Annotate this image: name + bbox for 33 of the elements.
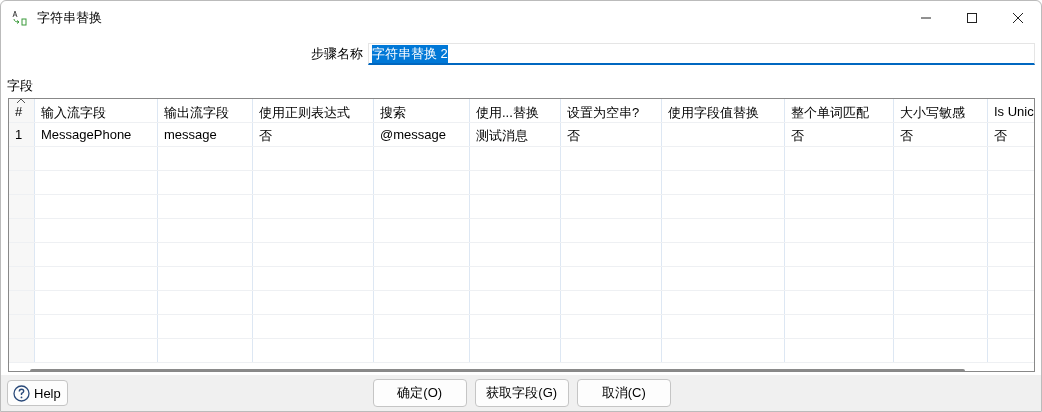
dialog-button[interactable]: 获取字段(G) — [474, 379, 569, 407]
window-title: 字符串替换 — [37, 9, 103, 27]
dialog-button[interactable]: 取消(C) — [576, 379, 671, 407]
close-icon — [1012, 12, 1024, 24]
help-button[interactable]: Help — [7, 380, 68, 406]
table-cell: MessagePhone — [35, 123, 158, 146]
column-header[interactable]: 大小写敏感 — [894, 99, 988, 122]
column-header[interactable]: # — [9, 99, 35, 122]
table-cell-text: 否 — [993, 127, 1008, 145]
column-header[interactable]: Is Unic — [988, 99, 1034, 122]
step-name-field[interactable]: 字符串替换 2 — [368, 43, 1035, 65]
table-cell: 否 — [561, 123, 662, 146]
table-cell: 测试消息 — [470, 123, 561, 146]
table-cell: 否 — [894, 123, 988, 146]
column-header[interactable]: 整个单词匹配 — [785, 99, 894, 122]
step-name-label: 步骤名称 — [311, 45, 363, 63]
help-icon — [13, 384, 30, 402]
maximize-icon — [966, 12, 978, 24]
table-cell: 否 — [785, 123, 894, 146]
table-cell: 否 — [253, 123, 374, 146]
column-header[interactable]: 使用字段值替换 — [662, 99, 785, 122]
column-header[interactable]: 使用...替换 — [470, 99, 561, 122]
table-cell: message — [158, 123, 253, 146]
column-header[interactable]: 输出流字段 — [158, 99, 253, 122]
column-header[interactable]: 搜索 — [374, 99, 470, 122]
column-header[interactable]: 设置为空串? — [561, 99, 662, 122]
table-cell: @message — [374, 123, 470, 146]
row-number: 1 — [9, 123, 35, 146]
dialog-button[interactable]: 确定(O) — [372, 379, 467, 407]
fields-label: 字段 — [7, 77, 34, 95]
column-header[interactable]: 输入流字段 — [35, 99, 158, 122]
app-icon — [11, 10, 29, 26]
column-header[interactable]: 使用正则表达式 — [253, 99, 374, 122]
